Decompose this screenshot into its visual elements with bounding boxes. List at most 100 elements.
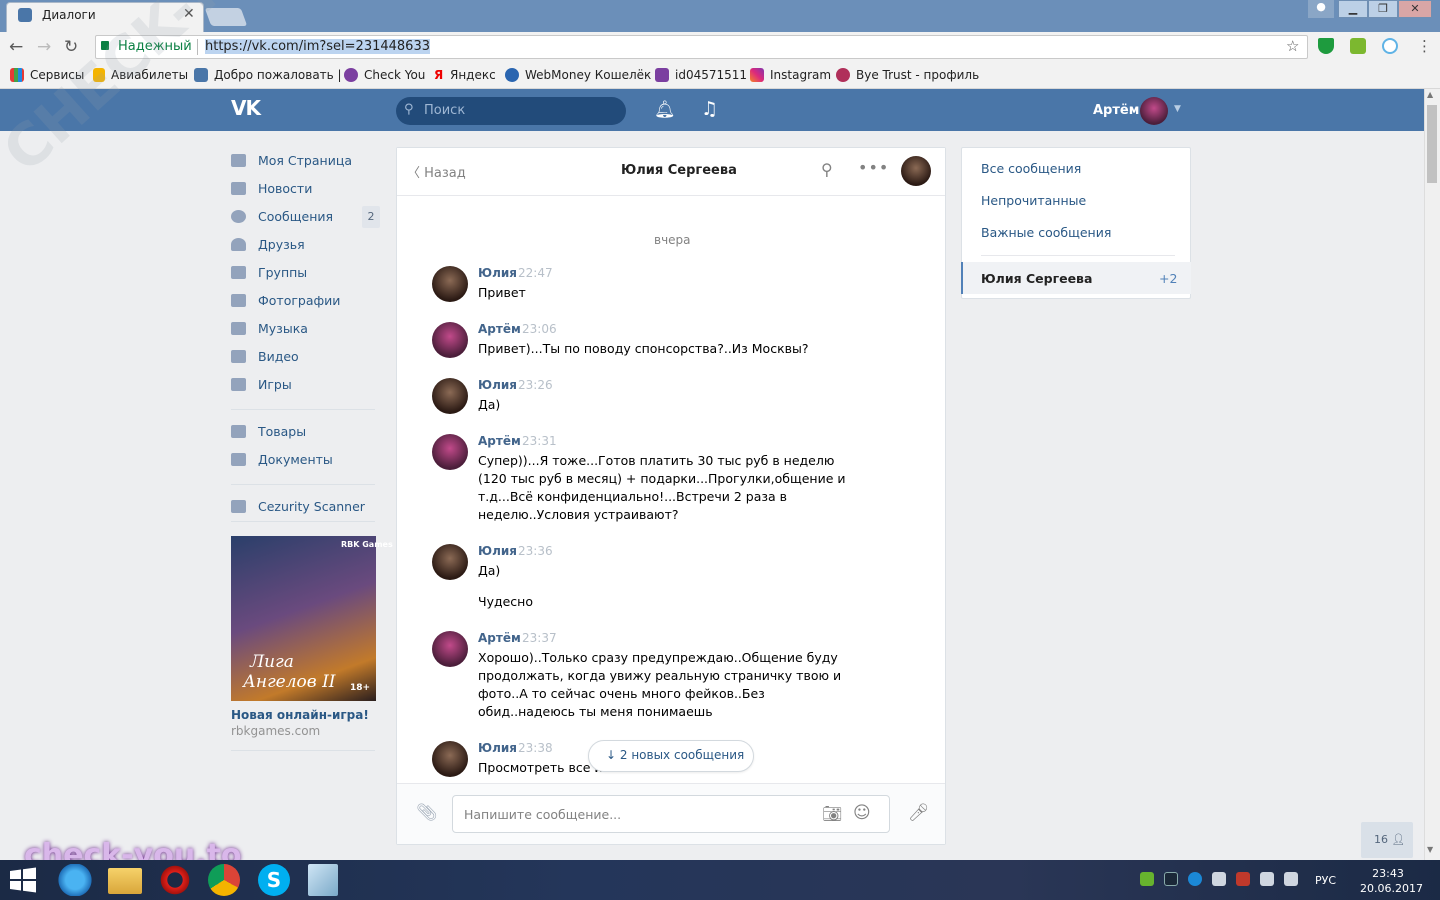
search-icon[interactable]: ⚲ (821, 160, 833, 179)
message-author[interactable]: Юлия (478, 266, 517, 280)
chrome-icon[interactable] (208, 864, 240, 896)
profile-icon[interactable]: ● (1308, 0, 1334, 18)
internet-explorer-icon[interactable] (58, 864, 92, 896)
maximize-button[interactable]: ❐ (1368, 0, 1398, 18)
user-name[interactable]: Артём (1093, 103, 1139, 118)
reload-icon[interactable]: ↻ (64, 37, 78, 57)
opera-icon[interactable] (158, 864, 192, 896)
system-clock[interactable]: 23:43 20.06.2017 (1360, 866, 1423, 896)
menu-item-goods[interactable]: Товары (231, 421, 306, 441)
message[interactable]: Артём 23:31 Супер))...Я тоже...Готов пла… (432, 434, 862, 526)
menu-item-cezurity[interactable]: Cezurity Scanner (231, 496, 365, 516)
online-friends-count[interactable]: 16 👤︎ (1374, 833, 1405, 846)
scroll-up-icon[interactable]: ▲ (1427, 90, 1433, 99)
gamepad-icon (231, 377, 246, 391)
filter-all-messages[interactable]: Все сообщения (981, 161, 1081, 176)
chat-title[interactable]: Юлия Сергеева (621, 163, 737, 178)
tray-e-icon[interactable] (1188, 872, 1202, 886)
url-text[interactable]: https://vk.com/im?sel=231448633 (205, 39, 430, 54)
tray-tools-icon[interactable] (1236, 872, 1250, 886)
filter-unread[interactable]: Непрочитанные (981, 193, 1086, 208)
volume-icon[interactable] (1284, 872, 1298, 886)
message[interactable]: Артём 23:37 Хорошо)..Только сразу предуп… (432, 631, 862, 723)
vk-logo[interactable]: VK (231, 96, 261, 120)
message[interactable]: Артём 23:06 Привет)...Ты по поводу спонс… (432, 322, 862, 362)
bookmark-byetrust[interactable]: Bye Trust - профиль (836, 67, 979, 83)
menu-divider (231, 484, 375, 485)
notepad-icon[interactable] (308, 864, 338, 896)
message-author[interactable]: Юлия (478, 741, 517, 755)
bookmark-webmoney[interactable]: WebMoney Кошелёк (505, 67, 651, 83)
microphone-icon[interactable]: 🎤︎ (908, 803, 930, 823)
scrollbar-thumb[interactable] (1427, 105, 1437, 183)
message-avatar[interactable] (432, 378, 468, 414)
menu-item-photos[interactable]: Фотографии (231, 290, 340, 310)
bookmark-yandex[interactable]: Я Яндекс (434, 67, 496, 83)
message[interactable]: Юлия 23:26 Да) (432, 378, 862, 418)
message-author[interactable]: Артём (478, 631, 521, 645)
forward-arrow-icon[interactable]: → (37, 37, 51, 57)
message-avatar[interactable] (432, 631, 468, 667)
language-indicator[interactable]: РУС (1315, 874, 1336, 887)
menu-item-news[interactable]: Новости (231, 178, 312, 198)
camera-icon[interactable]: 📷︎ (822, 804, 842, 823)
download-extension-icon[interactable] (1350, 38, 1366, 54)
shield-extension-icon[interactable] (1318, 38, 1334, 54)
message-author[interactable]: Юлия (478, 378, 517, 392)
bookmark-checkyou[interactable]: Check You (344, 67, 425, 83)
browser-menu-icon[interactable]: ⋮ (1417, 37, 1432, 55)
chat-avatar[interactable] (901, 156, 931, 186)
explorer-folder-icon[interactable] (108, 868, 142, 894)
flag-icon[interactable] (1212, 872, 1226, 886)
new-messages-label[interactable]: ↓ 2 новых сообщения (606, 748, 744, 762)
bell-icon[interactable]: 🔔︎ (654, 100, 676, 120)
menu-item-my-page[interactable]: Моя Страница (231, 150, 352, 170)
scroll-down-icon[interactable]: ▼ (1427, 845, 1433, 854)
menu-item-documents[interactable]: Документы (231, 449, 333, 469)
tray-app-icon[interactable] (1140, 872, 1154, 886)
bag-icon (231, 424, 246, 438)
menu-item-music[interactable]: Музыка (231, 318, 308, 338)
friend-icon (231, 237, 246, 251)
message-avatar[interactable] (432, 741, 468, 777)
avatar[interactable] (1140, 97, 1168, 125)
message-author[interactable]: Артём (478, 322, 521, 336)
menu-item-games[interactable]: Игры (231, 374, 292, 394)
active-dialog-name[interactable]: Юлия Сергеева (981, 271, 1092, 286)
close-window-button[interactable]: ✕ (1398, 0, 1432, 18)
bookmark-star-icon[interactable]: ☆ (1286, 37, 1299, 55)
minimize-button[interactable]: ▁ (1338, 0, 1368, 18)
ad-title[interactable]: Новая онлайн-игра! (231, 708, 369, 722)
steam-icon[interactable] (1164, 872, 1178, 886)
message-time: 23:36 (518, 544, 553, 558)
message-avatar[interactable] (432, 434, 468, 470)
music-icon[interactable]: ♫ (701, 98, 718, 120)
back-button[interactable]: 〈 Назад (407, 162, 466, 181)
windows-start-icon[interactable] (8, 866, 38, 894)
smile-icon[interactable]: ☺ (853, 803, 871, 823)
menu-item-groups[interactable]: Группы (231, 262, 307, 282)
skype-icon[interactable]: S (258, 864, 290, 896)
bookmark-instagram[interactable]: Instagram (750, 67, 831, 83)
message-author[interactable]: Артём (478, 434, 521, 448)
message[interactable]: Юлия 22:47 Привет (432, 266, 862, 306)
search-icon: ⚲ (404, 102, 414, 117)
message-time: 23:37 (522, 631, 557, 645)
bookmark-vk[interactable]: Добро пожаловать | (194, 67, 342, 83)
menu-item-friends[interactable]: Друзья (231, 234, 305, 254)
message-avatar[interactable] (432, 266, 468, 302)
message-author[interactable]: Юлия (478, 544, 517, 558)
filter-important[interactable]: Важные сообщения (981, 225, 1111, 240)
bookmark-id[interactable]: id04571511 (655, 67, 747, 83)
paperclip-icon[interactable]: 📎︎ (416, 803, 438, 823)
network-icon[interactable] (1260, 872, 1274, 886)
menu-item-video[interactable]: Видео (231, 346, 299, 366)
play-extension-icon[interactable] (1382, 38, 1398, 54)
scrollbar[interactable] (1424, 89, 1440, 860)
chevron-down-icon[interactable]: ▼ (1174, 104, 1181, 114)
menu-item-messages[interactable]: Сообщения (231, 206, 333, 226)
back-arrow-icon[interactable]: ← (9, 37, 23, 57)
message[interactable]: Чудесно (432, 575, 862, 609)
message-avatar[interactable] (432, 322, 468, 358)
more-icon[interactable]: ••• (858, 158, 889, 177)
